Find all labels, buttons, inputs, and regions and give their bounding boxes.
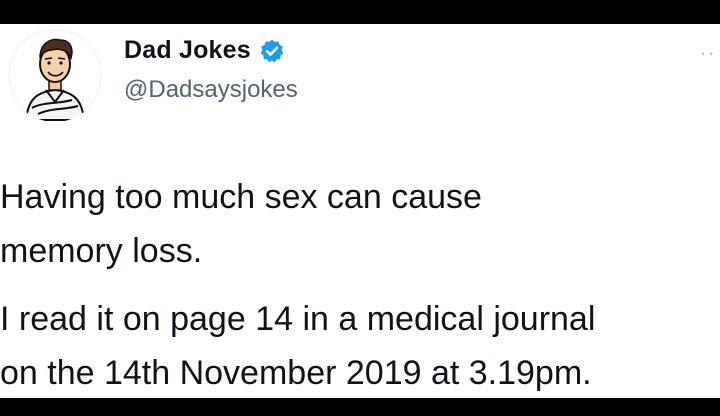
- tweet-line: on the 14th November 2019 at 3.19pm.: [0, 354, 592, 392]
- more-options-icon[interactable]: ··: [699, 40, 716, 66]
- author-avatar[interactable]: [8, 28, 102, 122]
- author-name-row: Dad Jokes: [124, 36, 285, 65]
- tweet-line: memory loss.: [0, 232, 203, 270]
- tweet-paragraph: I read it on page 14 in a medical journa…: [0, 292, 720, 398]
- author-display-name[interactable]: Dad Jokes: [124, 36, 251, 65]
- cartoon-man-avatar-icon: [8, 28, 102, 122]
- tweet-card: Dad Jokes @Dadsaysjokes ·· Having too mu…: [0, 24, 720, 398]
- tweet-text: Having too much sex can cause memory los…: [0, 170, 720, 398]
- verified-badge-icon: [259, 38, 285, 64]
- author-handle[interactable]: @Dadsaysjokes: [124, 76, 298, 104]
- tweet-line: Having too much sex can cause: [0, 178, 482, 216]
- tweet-line: I read it on page 14 in a medical journa…: [0, 300, 596, 338]
- tweet-paragraph: Having too much sex can cause memory los…: [0, 170, 720, 278]
